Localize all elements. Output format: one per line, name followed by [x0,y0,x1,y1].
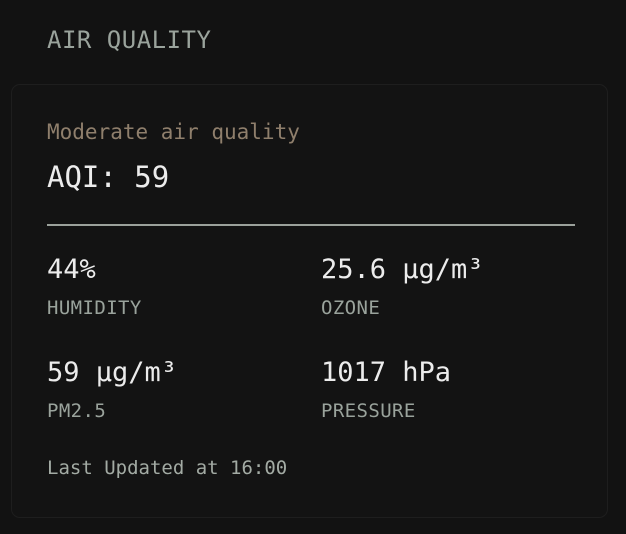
metric-label: OZONE [321,297,381,319]
metric-value: 1017 hPa [321,357,452,388]
metric-label: PM2.5 [47,400,107,422]
metric-value: 25.6 μg/m³ [321,254,484,285]
last-updated: Last Updated at 16:00 [47,457,288,479]
metric-value: 59 μg/m³ [47,357,178,388]
metric-label: PRESSURE [321,400,416,422]
divider [47,224,575,226]
section-title: AIR QUALITY [47,26,212,54]
metric-pressure: 1017 hPa PRESSURE [321,357,451,423]
metric-humidity: 44% HUMIDITY [47,254,142,320]
aqi-value: AQI: 59 [47,160,170,194]
air-quality-status: Moderate air quality [47,120,300,144]
metric-label: HUMIDITY [47,297,142,319]
air-quality-card: Moderate air quality AQI: 59 44% HUMIDIT… [11,84,608,518]
metric-pm25: 59 μg/m³ PM2.5 [47,357,177,423]
metric-ozone: 25.6 μg/m³ OZONE [321,254,484,320]
metric-value: 44% [47,254,96,285]
